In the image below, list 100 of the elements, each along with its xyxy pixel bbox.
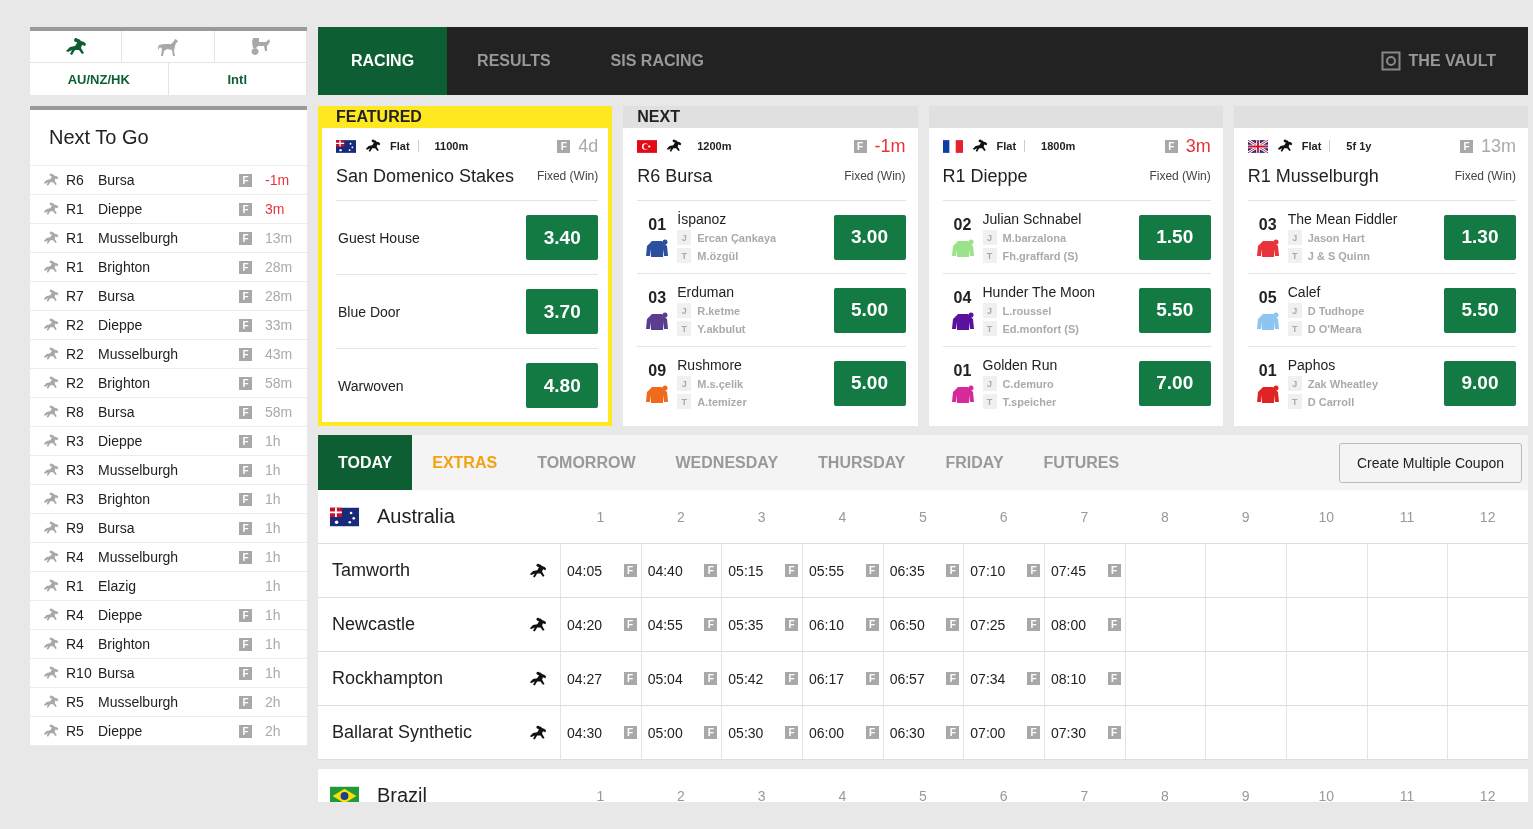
race-time-cell[interactable]: 05:00 F — [640, 706, 722, 759]
nav-tab[interactable]: RACING — [318, 27, 448, 95]
odds-button[interactable]: 5.50 — [1444, 287, 1516, 333]
race-time-cell[interactable]: 06:17 F — [802, 652, 883, 705]
race-time-cell[interactable]: 06:10 F — [802, 598, 883, 651]
race-list-item[interactable]: R1 Dieppe F 3m — [30, 195, 307, 224]
race-list-item[interactable]: R5 Musselburgh F 2h — [30, 688, 307, 717]
venue-name: Musselburgh — [98, 694, 180, 710]
race-time-cell[interactable]: 07:00 F — [963, 706, 1044, 759]
race-list-item[interactable]: R1 Elazig 1h — [30, 572, 307, 601]
fixed-badge: F — [239, 405, 252, 419]
trainer-name: D Carroll — [1307, 395, 1355, 408]
race-time-cell[interactable]: 07:30 F — [1044, 706, 1125, 759]
race-time-cell[interactable]: 06:50 F — [882, 598, 964, 651]
trainer-name: A.temizer — [697, 395, 747, 408]
horse-icon — [42, 433, 60, 449]
race-time-cell[interactable]: 06:57 F — [882, 652, 964, 705]
race-time-cell[interactable]: 07:45 F — [1044, 544, 1125, 597]
odds-button[interactable]: 1.50 — [1138, 214, 1211, 260]
odds-button[interactable]: 3.40 — [526, 215, 599, 260]
race-time-cell[interactable]: 08:10 F — [1044, 652, 1125, 705]
fixed-badge: F — [239, 289, 252, 303]
race-time-cell[interactable]: 04:30 F — [560, 706, 641, 759]
race-number: R1 — [66, 201, 85, 217]
race-countdown: 2h — [264, 723, 282, 739]
nav-tab[interactable]: RESULTS — [447, 27, 581, 95]
odds-button[interactable]: 4.80 — [526, 363, 599, 408]
race-time-cell[interactable]: 04:05 F — [560, 544, 641, 597]
horse-icon — [42, 346, 60, 362]
race-time-cell[interactable]: 04:27 F — [560, 652, 641, 705]
race-list-item[interactable]: R4 Musselburgh F 1h — [30, 543, 307, 572]
race-list-item[interactable]: R3 Dieppe F 1h — [30, 427, 307, 456]
race-list-item[interactable]: R2 Brighton F 58m — [30, 369, 307, 398]
odds-button[interactable]: 5.00 — [833, 287, 906, 333]
horse-icon — [42, 723, 60, 739]
race-time-cell[interactable]: 08:00 F — [1044, 598, 1125, 651]
race-list-item[interactable]: R9 Bursa F 1h — [30, 514, 307, 543]
jockey-tag: J — [677, 303, 692, 318]
coupon-button[interactable]: Create Multiple Coupon — [1338, 442, 1522, 483]
race-list-item[interactable]: R8 Bursa F 58m — [30, 398, 307, 427]
odds-button[interactable]: 5.50 — [1138, 287, 1211, 333]
country-name: Australia — [377, 505, 455, 528]
horse-icon — [42, 520, 60, 536]
horse-icon — [970, 138, 989, 154]
nav-tab[interactable]: SIS RACING — [580, 27, 734, 95]
odds-button[interactable]: 3.70 — [526, 289, 599, 334]
vault-link[interactable]: THE VAULT — [1408, 52, 1496, 70]
race-time-cell[interactable]: 06:00 F — [802, 706, 883, 759]
race-list-item[interactable]: R1 Musselburgh F 13m — [30, 224, 307, 253]
race-time-cell[interactable]: 04:20 F — [560, 598, 641, 651]
fixed-badge: F — [239, 347, 252, 361]
venue-name: Musselburgh — [98, 230, 180, 246]
race-time-cell[interactable]: 05:04 F — [640, 652, 722, 705]
race-list-item[interactable]: R4 Brighton F 1h — [30, 630, 307, 659]
race-time-cell[interactable]: 07:34 F — [963, 652, 1044, 705]
race-list-item[interactable]: R1 Brighton F 28m — [30, 253, 307, 282]
race-list-item[interactable]: R4 Dieppe F 1h — [30, 601, 307, 630]
race-time-cell[interactable]: 05:30 F — [721, 706, 802, 759]
venue-name: Musselburgh — [98, 462, 180, 478]
fixed-badge: F — [239, 666, 252, 680]
race-time-cell[interactable]: 07:25 F — [963, 598, 1044, 651]
race-column-number: 4 — [837, 787, 848, 802]
odds-button[interactable]: 9.00 — [1444, 360, 1516, 406]
odds-button[interactable]: 5.00 — [833, 360, 906, 406]
card-heading: NEXT — [623, 106, 918, 128]
race-list-item[interactable]: R2 Musselburgh F 43m — [30, 340, 307, 369]
fixed-badge: F — [239, 376, 252, 390]
race-list-item[interactable]: R7 Bursa F 28m — [30, 282, 307, 311]
runner-name: Erduman — [677, 284, 736, 300]
race-time-cell[interactable]: 06:35 F — [882, 544, 964, 597]
bet-type: Fixed (Win) — [1454, 169, 1516, 183]
odds-button[interactable]: 3.00 — [833, 214, 906, 260]
race-list-item[interactable]: R2 Dieppe F 33m — [30, 311, 307, 340]
race-time-cell[interactable]: 05:15 F — [721, 544, 802, 597]
day-tab[interactable]: TODAY — [318, 435, 413, 490]
race-time-cell[interactable]: 07:10 F — [963, 544, 1044, 597]
venue-name: Ballarat Synthetic — [332, 722, 473, 743]
runner-name: Guest House — [337, 229, 420, 246]
race-countdown: 13m — [264, 230, 294, 246]
horse-icon — [42, 230, 60, 246]
runner-name: Blue Door — [337, 303, 401, 320]
odds-button[interactable]: 7.00 — [1138, 360, 1211, 406]
venue-name: Bursa — [98, 520, 136, 536]
jockey-name: M.barzalona — [1002, 231, 1067, 244]
race-name: R6 Bursa — [637, 165, 713, 187]
jockey-name: Jason Hart — [1307, 231, 1365, 244]
race-time-cell[interactable]: 04:40 F — [640, 544, 722, 597]
race-list-item[interactable]: R6 Bursa F -1m — [30, 166, 307, 195]
race-countdown: 1h — [264, 578, 282, 594]
race-time-cell[interactable]: 06:30 F — [882, 706, 964, 759]
race-list-item[interactable]: R3 Musselburgh F 1h — [30, 456, 307, 485]
race-list-item[interactable]: R10 Bursa F 1h — [30, 659, 307, 688]
race-time-cell[interactable]: 05:55 F — [802, 544, 883, 597]
race-time-cell[interactable]: 05:35 F — [721, 598, 802, 651]
race-list-item[interactable]: R5 Dieppe F 2h — [30, 717, 307, 746]
race-time-cell[interactable]: 04:55 F — [640, 598, 722, 651]
race-list-item[interactable]: R3 Brighton F 1h — [30, 485, 307, 514]
odds-button[interactable]: 1.30 — [1444, 214, 1516, 260]
race-time-cell[interactable]: 05:42 F — [721, 652, 802, 705]
race-column-number: 4 — [837, 508, 848, 525]
